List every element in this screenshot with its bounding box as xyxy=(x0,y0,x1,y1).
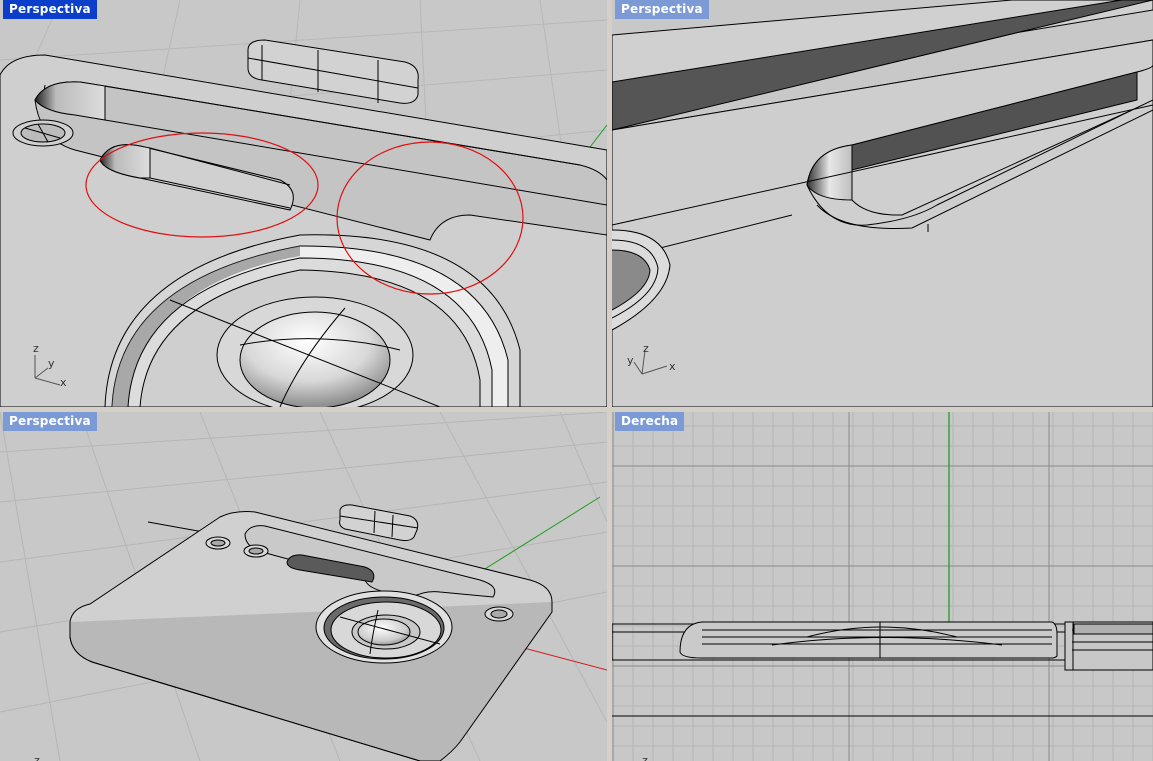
svg-text:z: z xyxy=(643,342,649,355)
speaker-dome xyxy=(357,618,411,646)
svg-text:z: z xyxy=(33,342,39,355)
viewport-perspective-bottom-left[interactable]: z Perspectiva xyxy=(0,412,607,761)
viewport-canvas[interactable]: x y z xyxy=(612,0,1153,407)
viewport-title[interactable]: Perspectiva xyxy=(3,412,97,431)
speaker-dome xyxy=(239,311,391,407)
viewport-title[interactable]: Perspectiva xyxy=(615,0,709,19)
svg-text:x: x xyxy=(669,360,676,373)
axis-label-z: z xyxy=(34,754,40,761)
viewport-right-view[interactable]: z Derecha xyxy=(612,412,1153,761)
viewport-perspective-top-right[interactable]: x y z Perspectiva xyxy=(612,0,1153,407)
viewport-canvas[interactable]: z xyxy=(0,412,607,761)
viewport-canvas[interactable]: x y z xyxy=(0,0,607,407)
svg-text:y: y xyxy=(48,357,55,370)
viewport-title[interactable]: Perspectiva xyxy=(3,0,97,19)
viewport-canvas[interactable]: z xyxy=(612,412,1153,761)
svg-text:y: y xyxy=(627,354,634,367)
svg-text:x: x xyxy=(60,376,67,389)
viewport-perspective-top-left[interactable]: x y z Perspectiva xyxy=(0,0,607,407)
viewport-title[interactable]: Derecha xyxy=(615,412,685,431)
axis-label-z: z xyxy=(642,754,648,761)
